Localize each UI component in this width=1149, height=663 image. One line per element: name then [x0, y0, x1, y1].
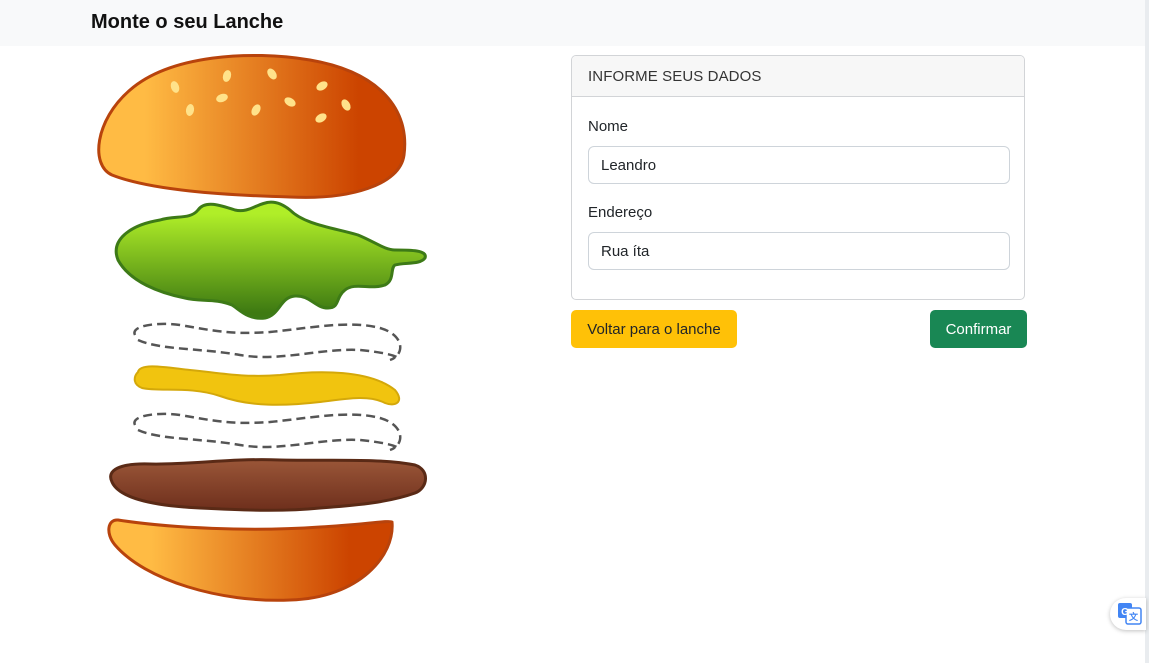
- nome-label: Nome: [588, 118, 629, 135]
- bottom-bun: [107, 518, 394, 602]
- brand-title[interactable]: Monte o seu Lanche: [91, 11, 283, 34]
- patty: [109, 458, 427, 512]
- burger-illustration: [97, 53, 427, 602]
- navbar: Monte o seu Lanche: [0, 0, 1145, 46]
- confirm-button[interactable]: Confirmar: [930, 310, 1027, 348]
- onion-1: [133, 322, 402, 362]
- lettuce: [114, 200, 427, 320]
- nome-input[interactable]: [588, 146, 1010, 184]
- customer-data-card: INFORME SEUS DADOS Nome Endereço: [571, 55, 1025, 300]
- svg-text:文: 文: [1128, 611, 1139, 622]
- svg-text:G: G: [1121, 607, 1129, 618]
- endereco-input[interactable]: [588, 232, 1010, 270]
- card-header: INFORME SEUS DADOS: [572, 56, 1024, 97]
- mustard: [133, 365, 401, 406]
- onion-2: [133, 412, 402, 452]
- top-bun: [97, 53, 407, 199]
- translate-widget[interactable]: G 文: [1110, 598, 1146, 630]
- scrollbar[interactable]: [1145, 0, 1149, 663]
- back-to-burger-button[interactable]: Voltar para o lanche: [571, 310, 737, 348]
- endereco-label: Endereço: [588, 204, 653, 221]
- google-translate-icon[interactable]: G 文: [1118, 603, 1142, 625]
